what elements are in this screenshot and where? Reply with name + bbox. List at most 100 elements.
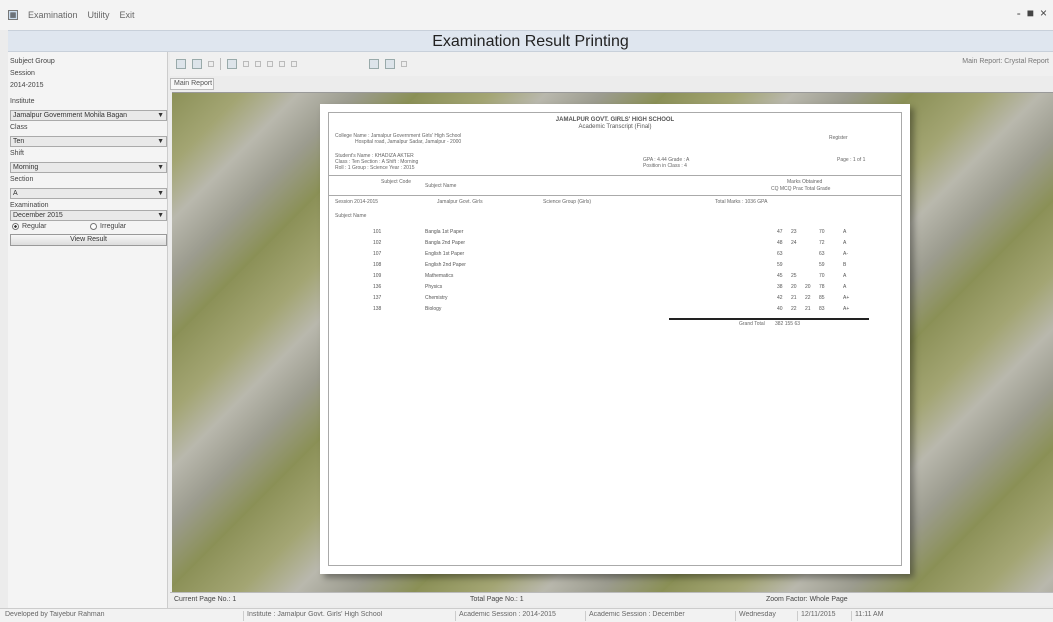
menu-examination[interactable]: Examination: [28, 10, 78, 20]
subject-total-cell: 72: [819, 240, 825, 246]
report-student-line3: Roll : 1 Group : Science Year : 2015: [335, 165, 415, 171]
subject-name-cell: Biology: [425, 306, 442, 312]
shift-label: Shift: [10, 150, 25, 157]
last-page-icon[interactable]: [279, 61, 285, 67]
report-total-rule: [669, 318, 869, 320]
subject-grade-cell: A: [843, 273, 847, 279]
subject-name-cell: Chemistry: [425, 295, 448, 301]
subject-cq-cell: 48: [777, 240, 783, 246]
chevron-down-icon[interactable]: ▼: [157, 211, 164, 220]
status-time: 11:11 AM: [851, 611, 907, 621]
first-page-icon[interactable]: [243, 61, 249, 67]
subject-name-cell: English 1st Paper: [425, 251, 465, 257]
group-tree-icon[interactable]: [227, 59, 237, 69]
view-result-button[interactable]: View Result: [10, 234, 167, 246]
zoom-icon[interactable]: [385, 59, 395, 69]
report-column-rule: [329, 195, 901, 196]
zoom-dropdown-icon[interactable]: [401, 61, 407, 67]
report-grade-info2: Position in Class : 4: [643, 163, 687, 169]
subject-cq-cell: 40: [777, 306, 783, 312]
maximize-icon[interactable]: ■: [1027, 6, 1034, 20]
subject-name-cell: Physics: [425, 284, 443, 290]
table-row: 109 Mathematics 45 25 70 A: [329, 273, 901, 280]
subject-total-cell: 70: [819, 229, 825, 235]
report-group-value2: Science Group (Girls): [543, 199, 592, 205]
radio-regular[interactable]: Regular: [12, 223, 47, 230]
class-combo-value: Ten: [13, 138, 25, 145]
report-section-label: Subject Name: [335, 213, 367, 219]
table-row: 137 Chemistry 42 21 22 85 A+: [329, 295, 901, 302]
class-label: Class: [10, 124, 28, 131]
app-icon: ▦: [8, 10, 18, 20]
table-row: 107 English 1st Paper 63 63 A-: [329, 251, 901, 258]
subject-name-cell: English 2nd Paper: [425, 262, 466, 268]
current-page-number: Current Page No.: 1: [174, 596, 237, 603]
print-icon[interactable]: [192, 59, 202, 69]
subject-mcq-cell: 22: [791, 306, 797, 312]
report-toolbar: Main Report: Crystal Report: [170, 52, 1053, 76]
table-row: 138 Biology 40 22 21 83 A+: [329, 306, 901, 313]
status-developer: Developed by Taiyebur Rahman: [5, 611, 105, 618]
toolbar-right-text: Main Report: Crystal Report: [962, 58, 1049, 65]
app-status-bar: Developed by Taiyebur Rahman Institute :…: [0, 608, 1053, 622]
session-value[interactable]: 2014-2015: [10, 82, 165, 89]
subject-prac-cell: 20: [805, 284, 811, 290]
chevron-down-icon[interactable]: ▼: [157, 111, 164, 120]
minimize-icon[interactable]: -: [1017, 6, 1021, 20]
find-icon[interactable]: [369, 59, 379, 69]
status-institute: Institute : Jamalpur Govt. Girls' High S…: [243, 611, 443, 621]
chevron-down-icon[interactable]: ▼: [157, 163, 164, 172]
menu-exit[interactable]: Exit: [120, 10, 135, 20]
close-icon[interactable]: ×: [1040, 6, 1047, 20]
subject-total-cell: 70: [819, 273, 825, 279]
radio-dot-icon: [12, 223, 19, 230]
goto-page-icon[interactable]: [291, 61, 297, 67]
subject-mcq-cell: 20: [791, 284, 797, 290]
chevron-down-icon[interactable]: ▼: [157, 137, 164, 146]
exam-label: Examination: [10, 202, 49, 209]
report-group-value3: Total Marks : 1036 GPA: [715, 199, 768, 205]
subject-cq-cell: 47: [777, 229, 783, 235]
exam-combo[interactable]: December 2015 ▼: [10, 210, 167, 221]
zoom-factor: Zoom Factor: Whole Page: [766, 596, 848, 603]
report-col-subject-code: Subject Code: [381, 179, 412, 185]
subject-total-cell: 85: [819, 295, 825, 301]
subject-name-cell: Mathematics: [425, 273, 454, 279]
subject-grade-cell: A+: [843, 306, 850, 312]
report-institute-name: JAMALPUR GOVT. GIRLS' HIGH SCHOOL: [555, 117, 675, 123]
institute-combo[interactable]: Jamalpur Government Mohila Bagan ▼: [10, 110, 167, 121]
subject-grade-cell: A: [843, 229, 847, 235]
report-group-label: Session 2014-2015: [335, 199, 379, 205]
subject-code-cell: 109: [373, 273, 382, 279]
subject-cq-cell: 42: [777, 295, 783, 301]
window-controls: - ■ ×: [1017, 6, 1047, 20]
subject-total-cell: 83: [819, 306, 825, 312]
class-combo[interactable]: Ten ▼: [10, 136, 167, 147]
next-page-icon[interactable]: [267, 61, 273, 67]
previous-page-icon[interactable]: [255, 61, 261, 67]
section-combo[interactable]: A ▼: [10, 188, 167, 199]
section-label: Section: [10, 176, 34, 183]
subject-mcq-cell: 25: [791, 273, 797, 279]
refresh-icon[interactable]: [208, 61, 214, 67]
export-icon[interactable]: [176, 59, 186, 69]
report-page: JAMALPUR GOVT. GIRLS' HIGH SCHOOL Academ…: [320, 104, 910, 574]
shift-combo[interactable]: Morning ▼: [10, 162, 167, 173]
radio-regular-label: Regular: [22, 223, 47, 230]
status-exam-session: Academic Session : December: [585, 611, 725, 621]
subject-cq-cell: 63: [777, 251, 783, 257]
subject-group-label: Subject Group: [10, 58, 55, 65]
total-page-number: Total Page No.: 1: [470, 596, 524, 603]
shift-combo-value: Morning: [13, 164, 39, 171]
tab-main-report[interactable]: Main Report: [170, 78, 214, 90]
radio-irregular[interactable]: Irregular: [90, 223, 126, 230]
radio-irregular-label: Irregular: [100, 223, 127, 230]
menu-utility[interactable]: Utility: [88, 10, 110, 20]
table-row: 102 Bangla 2nd Paper 48 24 72 A: [329, 240, 901, 247]
page-status-bar: Current Page No.: 1 Total Page No.: 1 Zo…: [170, 592, 1053, 606]
report-school-line2: Hospital road, Jamalpur Sadar, Jamalpur …: [355, 139, 462, 145]
subject-code-cell: 107: [373, 251, 382, 257]
institute-label: Institute: [10, 98, 35, 105]
chevron-down-icon[interactable]: ▼: [157, 189, 164, 198]
table-row: 136 Physics 38 20 20 78 A: [329, 284, 901, 291]
